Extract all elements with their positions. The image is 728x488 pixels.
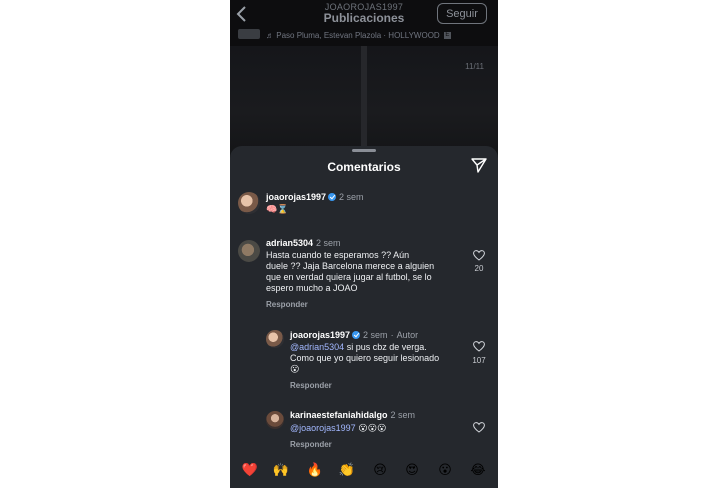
fire-emoji-icon[interactable]: 🔥 bbox=[306, 461, 324, 479]
comment-time: 2 sem bbox=[390, 410, 416, 420]
comment-username[interactable]: joaorojas1997 bbox=[290, 330, 350, 340]
comment-header: adrian5304 2 sem bbox=[266, 238, 341, 248]
author-sep: · bbox=[390, 330, 394, 340]
share-icon[interactable] bbox=[471, 157, 487, 173]
comment-line: espero mucho a JOAO bbox=[266, 283, 358, 293]
mention-link[interactable]: @adrian5304 bbox=[290, 342, 344, 352]
heart-icon[interactable] bbox=[473, 339, 485, 352]
comment-header: joaorojas1997 2 sem bbox=[266, 192, 364, 202]
comment-text: @joaorojas1997 😮😮😮 bbox=[290, 423, 386, 434]
comment-username[interactable]: adrian5304 bbox=[266, 238, 313, 248]
post-image[interactable]: 11/11 bbox=[230, 46, 498, 156]
reaction-bar: ❤️ 🙌 🔥 👏 😢 😍 😮 😂 bbox=[230, 448, 498, 488]
red-heart-emoji-icon[interactable]: ❤️ bbox=[241, 461, 259, 479]
comment-header: karinaestefaniahidalgo 2 sem bbox=[290, 410, 415, 420]
comment-line: que en verdad quiera jugar al futbol, se… bbox=[266, 272, 432, 282]
phone-screen: JOAOROJAS1997 Publicaciones Seguir ♬ Pas… bbox=[230, 0, 498, 488]
music-label: Paso Pluma, Estevan Plazola · HOLLYWOOD bbox=[276, 31, 440, 40]
comment-fragment: si pus cbz de verga. bbox=[344, 342, 427, 352]
comment-line: 😮 bbox=[290, 364, 300, 374]
comment-line: Como que yo quiero seguir lesionado bbox=[290, 353, 440, 363]
follow-button[interactable]: Seguir bbox=[437, 3, 487, 24]
comment-fragment: 😮😮😮 bbox=[355, 423, 387, 433]
image-detail bbox=[361, 46, 367, 156]
music-row[interactable]: ♬ Paso Pluma, Estevan Plazola · HOLLYWOO… bbox=[230, 28, 498, 44]
avatar[interactable] bbox=[266, 411, 284, 429]
comments-sheet: Comentarios joaorojas1997 2 sem 🧠⌛ adrian… bbox=[230, 146, 498, 488]
page-counter: 11/11 bbox=[465, 62, 484, 71]
reply-button[interactable]: Responder bbox=[266, 300, 308, 309]
author-tag: Autor bbox=[396, 330, 419, 340]
crying-face-emoji-icon[interactable]: 😢 bbox=[371, 461, 389, 479]
drag-handle[interactable] bbox=[352, 149, 376, 152]
verified-icon bbox=[352, 331, 361, 339]
avatar[interactable] bbox=[238, 192, 260, 214]
comment-text: 🧠⌛ bbox=[266, 204, 289, 214]
comment-time: 2 sem bbox=[339, 192, 364, 202]
comment-line: duele ?? Jaja Barcelona merece a alguien bbox=[266, 261, 435, 271]
music-note-icon: ♬ bbox=[266, 31, 274, 40]
comment-time: 2 sem bbox=[363, 330, 388, 340]
comment-text: @adrian5304 si pus cbz de verga. Como qu… bbox=[290, 342, 439, 375]
comment-line: Hasta cuando te esperamos ?? Aún bbox=[266, 250, 410, 260]
comment-time: 2 sem bbox=[316, 238, 341, 248]
explicit-badge: E bbox=[443, 32, 451, 40]
mention-link[interactable]: @joaorojas1997 bbox=[290, 423, 356, 433]
laughing-emoji-icon[interactable]: 😂 bbox=[469, 461, 487, 479]
like-count: 107 bbox=[472, 356, 486, 365]
avatar[interactable] bbox=[238, 240, 260, 262]
like-count: 20 bbox=[474, 264, 484, 273]
avatar[interactable] bbox=[266, 330, 284, 348]
verified-icon bbox=[328, 193, 337, 201]
heart-icon[interactable] bbox=[473, 248, 485, 261]
comment-username[interactable]: karinaestefaniahidalgo bbox=[290, 410, 388, 420]
music-info: ♬ Paso Pluma, Estevan Plazola · HOLLYWOO… bbox=[266, 31, 451, 40]
comments-title: Comentarios bbox=[327, 160, 401, 174]
clapping-hands-emoji-icon[interactable]: 👏 bbox=[338, 461, 356, 479]
heart-eyes-emoji-icon[interactable]: 😍 bbox=[403, 461, 421, 479]
post-avatar bbox=[238, 29, 260, 39]
comment-line: @adrian5304 si pus cbz de verga. bbox=[290, 342, 439, 353]
comment-username[interactable]: joaorojas1997 bbox=[266, 192, 326, 202]
comment-text: Hasta cuando te esperamos ?? Aún duele ?… bbox=[266, 250, 434, 294]
top-bar: JOAOROJAS1997 Publicaciones Seguir bbox=[230, 0, 498, 30]
reply-button[interactable]: Responder bbox=[290, 381, 332, 390]
heart-icon[interactable] bbox=[473, 420, 485, 433]
raising-hands-emoji-icon[interactable]: 🙌 bbox=[272, 461, 290, 479]
surprised-face-emoji-icon[interactable]: 😮 bbox=[436, 461, 454, 479]
comment-header: joaorojas1997 2 sem · Autor bbox=[290, 330, 418, 340]
